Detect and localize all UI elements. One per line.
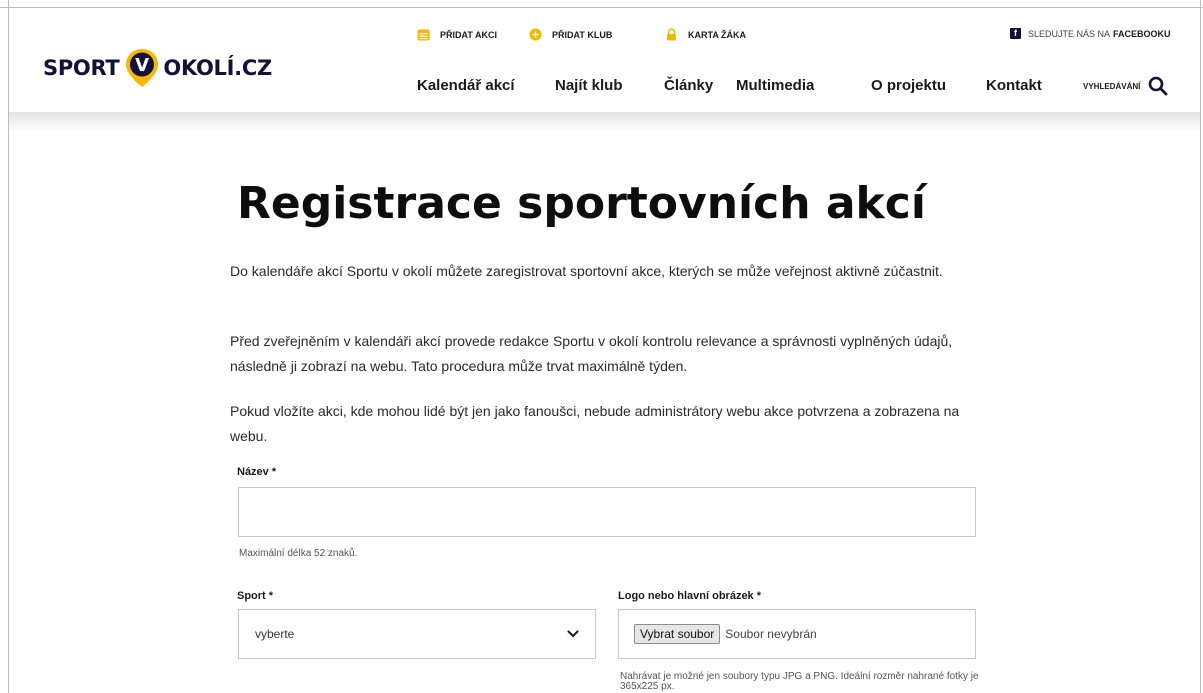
- location-pin-icon: V: [126, 49, 159, 87]
- choose-file-button[interactable]: Vybrat soubor: [634, 624, 721, 644]
- site-header: SPORT V OKOLÍ.CZ PŘIDAT AKCI PŘIDAT KLUB…: [9, 8, 1200, 112]
- add-club-label: PŘIDAT KLUB: [552, 29, 613, 40]
- intro-paragraph-3: Pokud vložíte akci, kde mohou lidé být j…: [230, 403, 960, 444]
- add-club-link[interactable]: PŘIDAT KLUB: [529, 28, 612, 41]
- logo-text-right: OKOLÍ.CZ: [163, 56, 272, 80]
- intro-paragraph-1: Do kalendáře akcí Sportu v okolí můžete …: [230, 263, 943, 279]
- site-logo[interactable]: SPORT V OKOLÍ.CZ: [43, 43, 272, 93]
- search-icon: [1149, 76, 1168, 96]
- nav-item-calendar[interactable]: Kalendář akcí: [417, 77, 515, 94]
- chevron-down-icon: [567, 630, 579, 638]
- nav-item-articles[interactable]: Články: [664, 77, 713, 94]
- facebook-icon: f: [1010, 28, 1021, 39]
- logo-pin-letter: V: [136, 55, 150, 76]
- sport-field-label: Sport *: [237, 590, 274, 602]
- file-status: Soubor nevybrán: [725, 627, 817, 641]
- logo-file-input: Vybrat soubor Soubor nevybrán: [618, 609, 976, 659]
- nav-item-multimedia[interactable]: Multimedia: [736, 77, 814, 94]
- nav-item-about[interactable]: O projektu: [871, 77, 946, 94]
- sport-select[interactable]: vyberte: [238, 609, 596, 659]
- header-shadow-band: [9, 112, 1200, 132]
- plus-circle-icon: [529, 28, 542, 41]
- calendar-icon: [417, 29, 430, 41]
- nav-item-find-club[interactable]: Najít klub: [555, 77, 623, 94]
- search-button[interactable]: VYHLEDÁVÁNÍ: [1083, 76, 1168, 96]
- logo-field-hint: Nahrávat je možné jen soubory typu JPG a…: [620, 671, 979, 692]
- window-border-right: [1200, 0, 1201, 693]
- name-field-label: Název *: [237, 466, 277, 478]
- nav-item-contact[interactable]: Kontakt: [986, 77, 1042, 94]
- event-name-input[interactable]: [238, 487, 976, 537]
- page-title: Registrace sportovních akcí: [237, 178, 926, 229]
- facebook-name: FACEBOOKU: [1113, 28, 1171, 39]
- add-event-link[interactable]: PŘIDAT AKCI: [417, 28, 497, 41]
- intro-paragraph-2: Před zveřejněním v kalendáři akcí proved…: [230, 333, 953, 374]
- facebook-prefix: SLEDUJTE NÁS NA: [1028, 28, 1111, 39]
- student-card-label: KARTA ŽÁKA: [688, 29, 746, 40]
- student-card-link[interactable]: KARTA ŽÁKA: [665, 28, 746, 41]
- logo-text-left: SPORT: [43, 56, 120, 80]
- facebook-follow-link[interactable]: f SLEDUJTE NÁS NA FACEBOOKU: [1010, 28, 1171, 39]
- search-label: VYHLEDÁVÁNÍ: [1083, 81, 1141, 91]
- logo-field-label: Logo nebo hlavní obrázek *: [618, 590, 762, 602]
- lock-icon: [667, 28, 676, 41]
- sport-select-value: vyberte: [255, 627, 295, 641]
- name-field-hint: Maximální délka 52 znaků.: [239, 548, 358, 559]
- add-event-label: PŘIDAT AKCI: [440, 29, 497, 40]
